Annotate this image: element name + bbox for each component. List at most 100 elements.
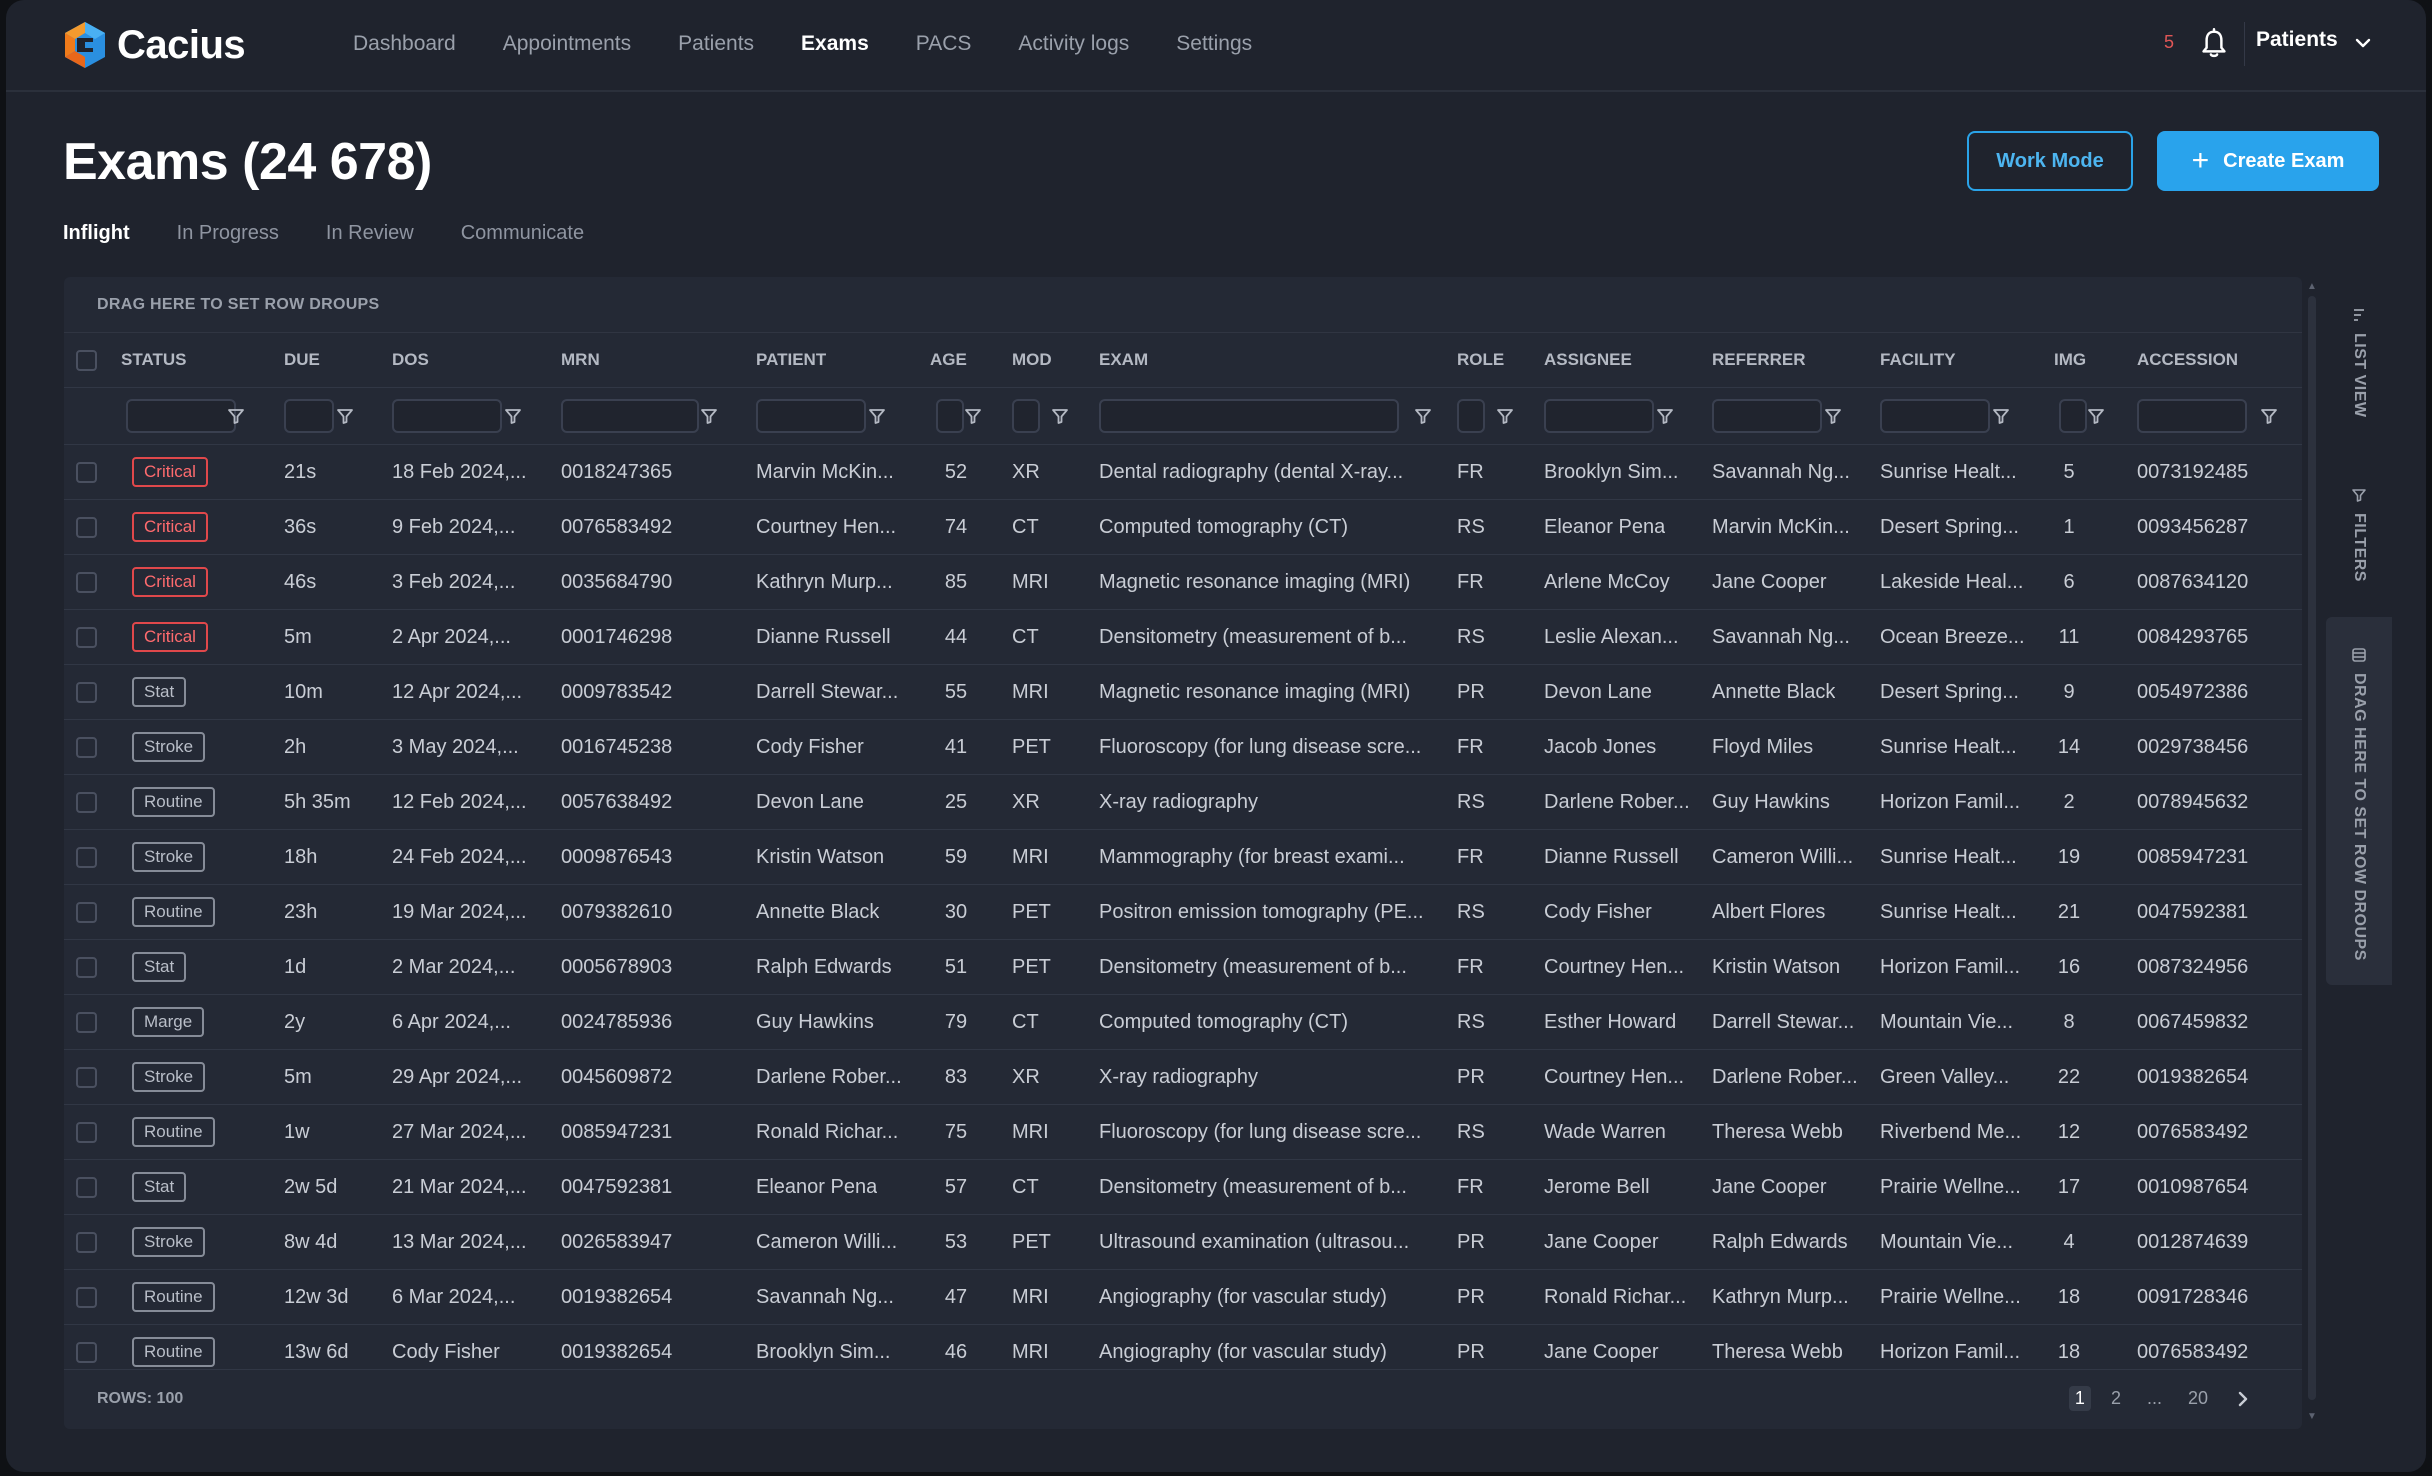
scroll-up-arrow[interactable]: ▲ — [2306, 282, 2318, 292]
filter-icon[interactable] — [226, 406, 246, 426]
filter-input-facility[interactable] — [1880, 399, 1990, 433]
filters-tab[interactable]: FILTERS — [2326, 487, 2392, 587]
table-row[interactable]: Marge 2y 6 Apr 2024,... 0024785936 Guy Hawki… — [64, 995, 2302, 1050]
filter-input-patient[interactable] — [756, 399, 866, 433]
table-row[interactable]: Routine 5h 35m 12 Feb 2024,... 0057638492 De… — [64, 775, 2302, 830]
row-checkbox[interactable] — [76, 1286, 97, 1308]
row-checkbox[interactable] — [76, 1341, 97, 1363]
column-header-img[interactable]: IMG — [2054, 333, 2124, 387]
table-row[interactable]: Critical 21s 18 Feb 2024,... 0018247365 Marv… — [64, 445, 2302, 500]
nav-exams[interactable]: Exams — [801, 32, 869, 56]
filter-input-assignee[interactable] — [1544, 399, 1654, 433]
column-header-status[interactable]: STATUS — [121, 333, 231, 387]
nav-settings[interactable]: Settings — [1176, 32, 1252, 56]
chevron-right-icon[interactable] — [2232, 1388, 2254, 1410]
table-row[interactable]: Stroke 8w 4d 13 Mar 2024,... 0026583947 Came… — [64, 1215, 2302, 1270]
table-row[interactable]: Stroke 2h 3 May 2024,... 0016745238 Cody Fis… — [64, 720, 2302, 775]
row-groups-tab[interactable]: DRAG HERE TO SET ROW DROUPS — [2326, 617, 2392, 985]
filter-icon[interactable] — [867, 406, 887, 426]
select-all-checkbox[interactable] — [76, 349, 97, 371]
page-2-button[interactable]: 2 — [2105, 1386, 2127, 1411]
row-checkbox[interactable] — [76, 516, 97, 538]
work-mode-button[interactable]: Work Mode — [1967, 131, 2133, 191]
row-checkbox[interactable] — [76, 791, 97, 813]
filter-input-referrer[interactable] — [1712, 399, 1822, 433]
column-header-accession[interactable]: ACCESSION — [2137, 333, 2297, 387]
row-checkbox[interactable] — [76, 1066, 97, 1088]
table-row[interactable]: Stat 1d 2 Mar 2024,... 0005678903 Ralph Edwa… — [64, 940, 2302, 995]
filter-input-mod[interactable] — [1012, 399, 1040, 433]
column-header-due[interactable]: DUE — [284, 333, 394, 387]
row-checkbox[interactable] — [76, 846, 97, 868]
filter-input-status[interactable] — [126, 399, 236, 433]
filter-icon[interactable] — [1495, 406, 1515, 426]
table-row[interactable]: Routine 12w 3d 6 Mar 2024,... 0019382654 Sav… — [64, 1270, 2302, 1325]
filter-input-dos[interactable] — [392, 399, 502, 433]
list-view-tab[interactable]: LIST VIEW — [2326, 307, 2392, 427]
row-checkbox[interactable] — [76, 626, 97, 648]
table-row[interactable]: Stat 10m 12 Apr 2024,... 0009783542 Darrell … — [64, 665, 2302, 720]
row-checkbox[interactable] — [76, 736, 97, 758]
column-header-mrn[interactable]: MRN — [561, 333, 706, 387]
row-checkbox[interactable] — [76, 1011, 97, 1033]
filter-icon[interactable] — [699, 406, 719, 426]
page-1-button[interactable]: 1 — [2068, 1386, 2091, 1411]
row-checkbox[interactable] — [76, 956, 97, 978]
scroll-down-arrow[interactable]: ▼ — [2306, 1412, 2318, 1422]
filter-input-due[interactable] — [284, 399, 334, 433]
nav-appointments[interactable]: Appointments — [503, 32, 631, 56]
brand-logo[interactable]: Cacius — [63, 20, 246, 70]
filter-icon[interactable] — [335, 406, 355, 426]
filter-input-img[interactable] — [2059, 399, 2087, 433]
filter-icon[interactable] — [2086, 406, 2106, 426]
row-checkbox[interactable] — [76, 1176, 97, 1198]
column-header-role[interactable]: ROLE — [1457, 333, 1507, 387]
column-header-age[interactable]: AGE — [930, 333, 980, 387]
table-row[interactable]: Routine 23h 19 Mar 2024,... 0079382610 Annet… — [64, 885, 2302, 940]
row-checkbox[interactable] — [76, 461, 97, 483]
tab-inflight[interactable]: Inflight — [63, 222, 130, 245]
nav-patients[interactable]: Patients — [678, 32, 754, 56]
column-header-facility[interactable]: FACILITY — [1880, 333, 2040, 387]
filter-icon[interactable] — [1991, 406, 2011, 426]
filter-icon[interactable] — [963, 406, 983, 426]
table-row[interactable]: Stat 2w 5d 21 Mar 2024,... 0047592381 Eleano… — [64, 1160, 2302, 1215]
row-checkbox[interactable] — [76, 571, 97, 593]
table-row[interactable]: Stroke 5m 29 Apr 2024,... 0045609872 Darlene… — [64, 1050, 2302, 1105]
table-row[interactable]: Critical 5m 2 Apr 2024,... 0001746298 Dianne… — [64, 610, 2302, 665]
page-20-button[interactable]: 20 — [2182, 1386, 2214, 1411]
row-checkbox[interactable] — [76, 1121, 97, 1143]
row-checkbox[interactable] — [76, 1231, 97, 1253]
chevron-down-icon[interactable] — [2352, 32, 2374, 54]
table-row[interactable]: Critical 36s 9 Feb 2024,... 0076583492 Court… — [64, 500, 2302, 555]
column-header-referrer[interactable]: REFERRER — [1712, 333, 1872, 387]
filter-input-role[interactable] — [1457, 399, 1485, 433]
filter-icon[interactable] — [503, 406, 523, 426]
column-header-assignee[interactable]: ASSIGNEE — [1544, 333, 1704, 387]
filter-icon[interactable] — [1413, 406, 1433, 426]
filter-icon[interactable] — [1050, 406, 1070, 426]
table-row[interactable]: Stroke 18h 24 Feb 2024,... 0009876543 Kristi… — [64, 830, 2302, 885]
tab-communicate[interactable]: Communicate — [461, 222, 584, 245]
column-header-mod[interactable]: MOD — [1012, 333, 1082, 387]
profile-menu-label[interactable]: Patients — [2256, 28, 2338, 52]
nav-activity-logs[interactable]: Activity logs — [1018, 32, 1129, 56]
nav-pacs[interactable]: PACS — [916, 32, 972, 56]
tab-in-progress[interactable]: In Progress — [177, 222, 279, 245]
bell-icon[interactable] — [2199, 28, 2229, 60]
tab-in-review[interactable]: In Review — [326, 222, 414, 245]
create-exam-button[interactable]: + Create Exam — [2157, 131, 2379, 191]
column-header-dos[interactable]: DOS — [392, 333, 542, 387]
filter-input-accession[interactable] — [2137, 399, 2247, 433]
filter-icon[interactable] — [2259, 406, 2279, 426]
filter-input-age[interactable] — [936, 399, 964, 433]
row-checkbox[interactable] — [76, 901, 97, 923]
vertical-scrollbar[interactable] — [2308, 296, 2316, 1400]
filter-icon[interactable] — [1655, 406, 1675, 426]
column-header-exam[interactable]: EXAM — [1099, 333, 1444, 387]
table-row[interactable]: Critical 46s 3 Feb 2024,... 0035684790 Kathr… — [64, 555, 2302, 610]
column-header-patient[interactable]: PATIENT — [756, 333, 916, 387]
nav-dashboard[interactable]: Dashboard — [353, 32, 456, 56]
filter-input-exam[interactable] — [1099, 399, 1399, 433]
row-checkbox[interactable] — [76, 681, 97, 703]
